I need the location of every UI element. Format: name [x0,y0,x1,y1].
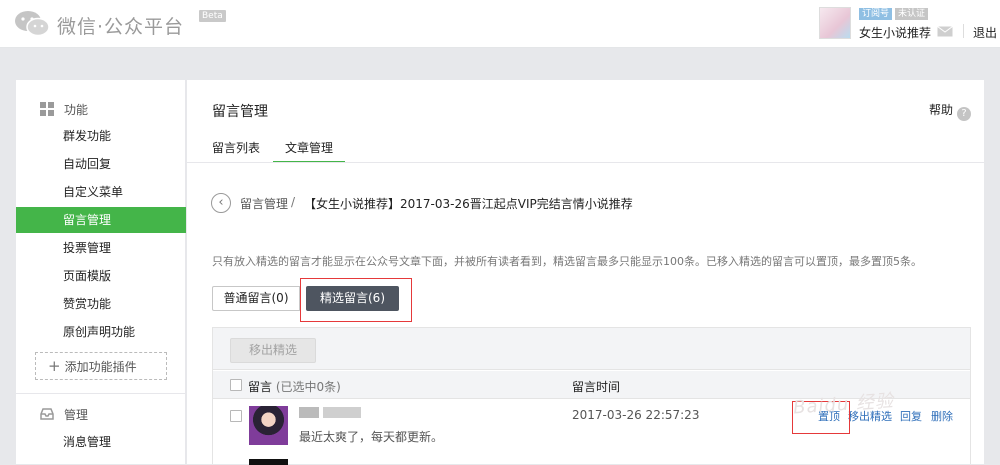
notice-text: 只有放入精选的留言才能显示在公众号文章下面，并被所有读者看到，精选留言最多只能显… [212,255,922,268]
sidebar-item-custom-menu[interactable]: 自定义菜单 [16,179,186,205]
account-type-badge: 订阅号 [859,8,893,20]
platform-title[interactable]: 微信·公众平台 [57,12,184,39]
commenter-name-blurred [299,407,361,418]
plus-icon: + [48,357,61,375]
add-plugin-button[interactable]: + 添加功能插件 [35,352,167,380]
column-message-count: (已选中0条) [275,380,341,394]
tab-article-manage[interactable]: 文章管理 [273,139,346,163]
grid-icon [40,102,54,116]
sidebar-section-function: 功能 [16,99,186,121]
mail-icon[interactable] [937,26,953,37]
sidebar: 功能 群发功能 自动回复 自定义菜单 留言管理 投票管理 页面模版 赞赏功能 原… [16,80,186,464]
sidebar-section-label: 管理 [64,408,89,422]
sidebar-item-reward[interactable]: 赞赏功能 [16,291,186,317]
breadcrumb-separator: / [291,195,296,209]
help-link[interactable]: 帮助? [929,101,971,121]
grid-toolbar: 移出精选 [213,328,970,370]
sidebar-item-original-claim[interactable]: 原创声明功能 [16,319,186,345]
account-name[interactable]: 女生小说推荐 [859,24,931,41]
tab-comment-list[interactable]: 留言列表 [212,139,260,163]
column-time: 留言时间 [572,380,621,394]
sidebar-section-manage: 管理 [16,404,186,426]
help-label: 帮助 [928,103,953,117]
verify-status-badge: 未认证 [895,8,929,20]
top-bar: 微信·公众平台 Beta 订阅号 未认证 女生小说推荐 退出 [0,0,1000,48]
comment-time: 2017-03-26 22:57:23 [572,408,700,422]
inbox-icon [40,408,54,420]
sidebar-item-mass-send[interactable]: 群发功能 [16,123,186,149]
sidebar-item-vote-manage[interactable]: 投票管理 [16,235,186,261]
sidebar-section-label: 功能 [64,103,89,117]
sidebar-item-message-manage[interactable]: 消息管理 [16,429,186,455]
sidebar-item-comment-manage[interactable]: 留言管理 [16,207,186,233]
logout-link[interactable]: 退出 [973,24,997,41]
next-row-avatar [249,459,288,465]
breadcrumb-root[interactable]: 留言管理 [240,195,288,212]
question-icon: ? [957,107,971,121]
commenter-avatar [249,406,288,445]
page-title: 留言管理 [212,104,268,120]
add-plugin-label: 添加功能插件 [64,360,137,374]
back-arrow-icon[interactable]: ‹ [211,193,231,213]
column-message-label: 留言 [248,380,273,394]
filter-normal-comments[interactable]: 普通留言(0) [212,286,300,311]
sidebar-divider [16,393,186,394]
header-divider [963,24,964,38]
sidebar-item-auto-reply[interactable]: 自动回复 [16,151,186,177]
reply-link[interactable]: 回复 [900,408,922,424]
delete-link[interactable]: 删除 [931,408,953,424]
account-avatar[interactable] [819,7,851,39]
column-message: 留言 (已选中0条) [248,378,341,395]
remove-selected-button[interactable]: 移出精选 [230,338,316,363]
wechat-logo-icon[interactable] [14,10,50,38]
row-checkbox[interactable] [230,410,242,422]
sidebar-item-page-template[interactable]: 页面模版 [16,263,186,289]
comment-text: 最近太爽了，每天都更新。 [299,430,444,444]
select-all-checkbox[interactable] [230,379,242,391]
highlight-box [300,278,412,322]
tabs-divider [187,162,984,163]
breadcrumb-current: 【女生小说推荐】2017-03-26晋江起点VIP完结言情小说推荐 [304,197,633,211]
main-panel: 留言管理 帮助? 留言列表 文章管理 ‹ 留言管理 / 【女生小说推荐】2017… [187,80,984,465]
beta-badge: Beta [199,10,226,22]
